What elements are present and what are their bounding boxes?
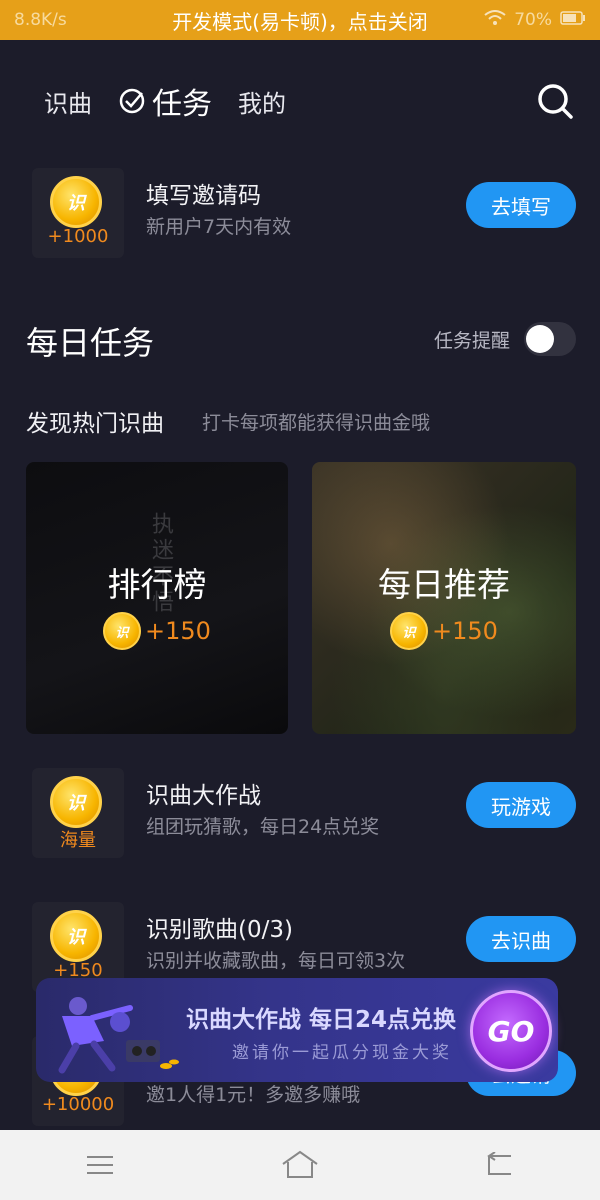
status-bar[interactable]: 8.8K/s 开发模式(易卡顿)，点击关闭 70% [0, 0, 600, 40]
card-title: 排行榜 [107, 565, 207, 604]
task-row-battle: 识 海量 识曲大作战 组团玩猜歌，每日24点兑奖 玩游戏 [0, 768, 600, 868]
task-reminder: 任务提醒 [434, 322, 576, 356]
reminder-toggle[interactable] [524, 322, 576, 356]
reward-amount: +150 [145, 617, 211, 645]
home-icon [282, 1150, 318, 1178]
reward-amount: +10000 [41, 1094, 115, 1115]
reminder-label: 任务提醒 [433, 329, 510, 352]
dancer-illustration [58, 997, 179, 1074]
go-button[interactable]: GO [470, 990, 552, 1072]
home-button[interactable] [280, 1145, 320, 1185]
task-title: 识别歌曲(0/3) [146, 917, 293, 943]
daily-tasks-title: 每日任务 [26, 324, 155, 362]
card-title: 每日推荐 [378, 565, 510, 604]
toggle-knob [526, 325, 554, 353]
coin-icon: 识 [103, 612, 142, 650]
task-title: 填写邀请码 [146, 183, 261, 209]
card-reward: 识 +150 [312, 612, 576, 650]
reward-box: 识 海量 [32, 768, 124, 858]
menu-icon [87, 1156, 113, 1174]
task-desc: 组团玩猜歌，每日24点兑奖 [146, 816, 380, 838]
top-nav: 识曲 任务 我的 [0, 72, 600, 130]
reward-amount: +1000 [47, 226, 109, 247]
task-desc: 识别并收藏歌曲，每日可领3次 [146, 950, 406, 972]
reward-box: 识 +1000 [32, 168, 124, 258]
recognize-button[interactable]: 去识曲 [466, 916, 576, 962]
reward-amount: +150 [432, 617, 498, 645]
card-daily-recommend[interactable]: 每日推荐 识 +150 [312, 462, 576, 734]
status-right: 70% [484, 9, 586, 31]
task-desc: 新用户7天内有效 [146, 216, 292, 238]
wifi-icon [484, 9, 506, 31]
check-circle-icon [118, 87, 146, 115]
banner-title: 识曲大作战 每日24点兑换 [186, 1007, 457, 1033]
coin-icon: 识 [390, 612, 429, 650]
card-reward: 识 +150 [26, 612, 288, 650]
discover-title: 发现热门识曲 [26, 411, 164, 437]
tab-label: 我的 [238, 89, 286, 118]
tab-label: 任务 [152, 87, 212, 122]
discover-desc: 打卡每项都能获得识曲金哦 [202, 412, 431, 434]
tab-tasks[interactable]: 任务 [118, 79, 212, 123]
coin-icon: 识 [50, 910, 102, 962]
back-icon [487, 1152, 511, 1175]
task-row-invite-code: 识 +1000 填写邀请码 新用户7天内有效 去填写 [0, 168, 600, 268]
play-game-button[interactable]: 玩游戏 [466, 782, 576, 828]
battle-promo-banner[interactable]: 识曲大作战 每日24点兑换 邀请你一起瓜分现金大奖 GO [36, 978, 558, 1082]
coin-icon: 识 [50, 776, 102, 828]
fill-invite-button[interactable]: 去填写 [466, 182, 576, 228]
menu-button[interactable] [80, 1145, 120, 1185]
tab-label: 识曲 [44, 89, 92, 118]
search-button[interactable] [536, 82, 574, 120]
battery-level: 70% [514, 10, 552, 30]
banner-subtitle: 邀请你一起瓜分现金大奖 [232, 1043, 452, 1063]
search-icon [538, 84, 573, 119]
reward-amount: 海量 [60, 830, 96, 851]
task-desc: 邀1人得1元！多邀多赚哦 [146, 1084, 361, 1106]
back-button[interactable] [480, 1145, 520, 1185]
coin-icon: 识 [50, 176, 102, 228]
tab-mine[interactable]: 我的 [238, 84, 286, 119]
tab-recognize[interactable]: 识曲 [44, 84, 92, 119]
battery-icon [560, 10, 586, 30]
task-title: 识曲大作战 [146, 783, 261, 809]
system-nav-bar [0, 1130, 600, 1200]
card-ranking[interactable]: 执迷不悟 排行榜 识 +150 [26, 462, 288, 734]
